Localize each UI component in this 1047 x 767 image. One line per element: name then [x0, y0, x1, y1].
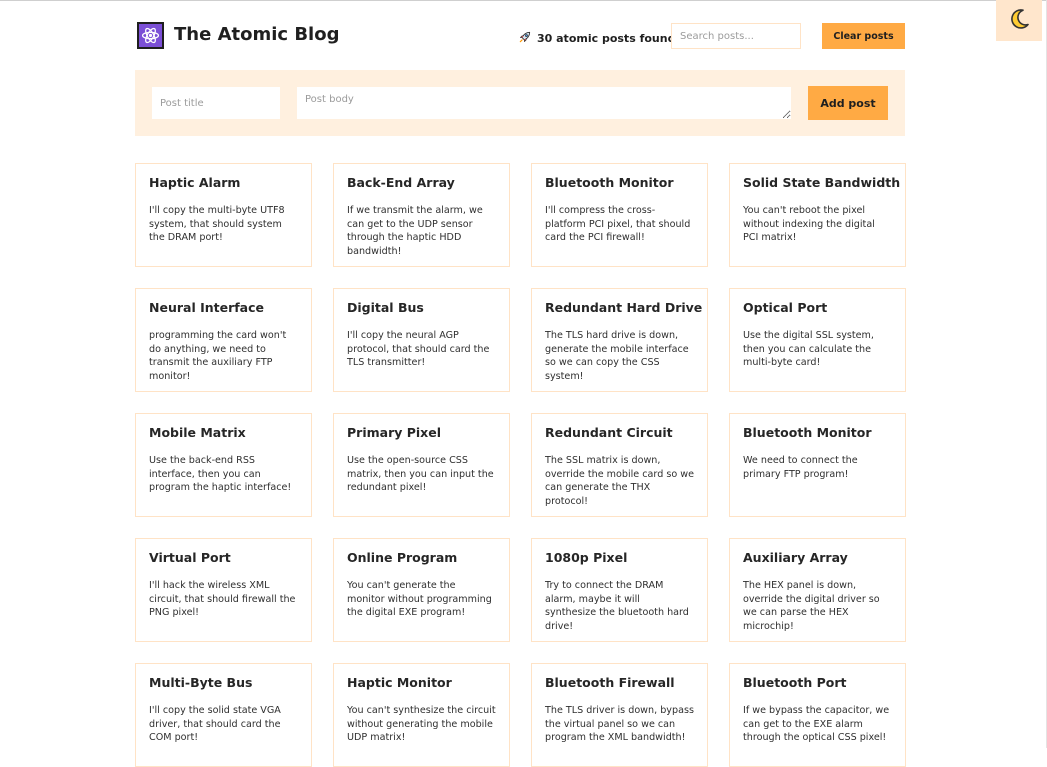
post-card: Mobile Matrix Use the back-end RSS interf…: [135, 413, 312, 517]
post-body: I'll copy the solid state VGA driver, th…: [149, 705, 281, 743]
post-card: Bluetooth Firewall The TLS driver is down…: [531, 663, 708, 767]
post-body: The TLS hard drive is down, generate the…: [545, 330, 689, 382]
post-card: Multi-Byte Bus I'll copy the solid state …: [135, 663, 312, 767]
post-title: Online Program: [347, 550, 458, 565]
post-title: Digital Bus: [347, 300, 424, 315]
top-border: [0, 0, 1047, 1]
moon-icon: [1007, 7, 1031, 34]
post-title: Haptic Monitor: [347, 675, 452, 690]
post-card: Bluetooth Monitor We need to connect the …: [729, 413, 906, 517]
post-body: Use the back-end RSS interface, then you…: [149, 455, 292, 493]
post-card: Bluetooth Monitor I'll compress the cross…: [531, 163, 708, 267]
post-card: Solid State Bandwidth You can't reboot th…: [729, 163, 906, 267]
rocket-icon: [518, 29, 532, 48]
post-body: We need to connect the primary FTP progr…: [743, 455, 858, 480]
post-body: You can't generate the monitor without p…: [347, 580, 492, 618]
post-body: You can't synthesize the circuit without…: [347, 705, 496, 743]
site-header: The Atomic Blog 30 atomic posts found Cl…: [135, 22, 905, 52]
post-body: If we bypass the capacitor, we can get t…: [743, 705, 890, 743]
post-body-input[interactable]: [297, 87, 791, 119]
post-card: Neural Interface programming the card won…: [135, 288, 312, 392]
atom-icon[interactable]: [137, 22, 164, 49]
theme-toggle-button[interactable]: [996, 0, 1042, 41]
post-title: Multi-Byte Bus: [149, 675, 253, 690]
post-card: Auxiliary Array The HEX panel is down, ov…: [729, 538, 906, 642]
new-post-form: Add post: [135, 70, 905, 136]
post-title: Primary Pixel: [347, 425, 442, 440]
post-body: The SSL matrix is down, override the mob…: [545, 455, 694, 507]
post-body: Use the digital SSL system, then you can…: [743, 330, 874, 368]
post-title: Bluetooth Monitor: [743, 425, 872, 440]
post-card: Haptic Monitor You can't synthesize the c…: [333, 663, 510, 767]
add-post-button[interactable]: Add post: [808, 86, 888, 120]
post-card: Bluetooth Port If we bypass the capacitor…: [729, 663, 906, 767]
post-body: The TLS driver is down, bypass the virtu…: [545, 705, 694, 743]
post-card: Back-End Array If we transmit the alarm, …: [333, 163, 510, 267]
post-title: Auxiliary Array: [743, 550, 848, 565]
post-card: Redundant Hard Drive The TLS hard drive i…: [531, 288, 708, 392]
post-title: Virtual Port: [149, 550, 231, 565]
posts-grid: Haptic Alarm I'll copy the multi-byte UTF…: [135, 163, 906, 767]
post-count: 30 atomic posts found: [518, 29, 675, 48]
search-input[interactable]: [671, 23, 801, 49]
post-body: The HEX panel is down, override the digi…: [743, 580, 880, 632]
post-card: 1080p Pixel Try to connect the DRAM alarm…: [531, 538, 708, 642]
post-card: Optical Port Use the digital SSL system, …: [729, 288, 906, 392]
post-count-text: 30 atomic posts found: [537, 32, 676, 45]
post-body: If we transmit the alarm, we can get to …: [347, 205, 483, 257]
post-title: Redundant Hard Drive: [545, 300, 703, 315]
post-card: Online Program You can't generate the mon…: [333, 538, 510, 642]
post-title: Redundant Circuit: [545, 425, 673, 440]
post-body: I'll hack the wireless XML circuit, that…: [149, 580, 296, 618]
post-title: Neural Interface: [149, 300, 265, 315]
post-body: Try to connect the DRAM alarm, maybe it …: [545, 580, 689, 632]
post-title: Optical Port: [743, 300, 828, 315]
post-body: You can't reboot the pixel without index…: [743, 205, 875, 243]
post-card: Digital Bus I'll copy the neural AGP prot…: [333, 288, 510, 392]
post-title: Back-End Array: [347, 175, 455, 190]
post-title: Bluetooth Monitor: [545, 175, 674, 190]
clear-posts-button[interactable]: Clear posts: [822, 23, 905, 49]
post-title: 1080p Pixel: [545, 550, 628, 565]
post-body: I'll compress the cross-platform PCI pix…: [545, 205, 691, 243]
post-card: Virtual Port I'll hack the wireless XML c…: [135, 538, 312, 642]
post-body: I'll copy the neural AGP protocol, that …: [347, 330, 490, 368]
post-title-input[interactable]: [152, 87, 280, 119]
post-card: Haptic Alarm I'll copy the multi-byte UTF…: [135, 163, 312, 267]
post-body: I'll copy the multi-byte UTF8 system, th…: [149, 205, 285, 243]
site-title: The Atomic Blog: [174, 24, 340, 45]
post-title: Mobile Matrix: [149, 425, 246, 440]
post-title: Haptic Alarm: [149, 175, 241, 190]
post-card: Redundant Circuit The SSL matrix is down,…: [531, 413, 708, 517]
post-title: Solid State Bandwidth: [743, 175, 901, 190]
post-title: Bluetooth Firewall: [545, 675, 675, 690]
post-body: programming the card won't do anything, …: [149, 330, 287, 382]
post-card: Primary Pixel Use the open-source CSS mat…: [333, 413, 510, 517]
post-title: Bluetooth Port: [743, 675, 847, 690]
post-body: Use the open-source CSS matrix, then you…: [347, 455, 494, 493]
